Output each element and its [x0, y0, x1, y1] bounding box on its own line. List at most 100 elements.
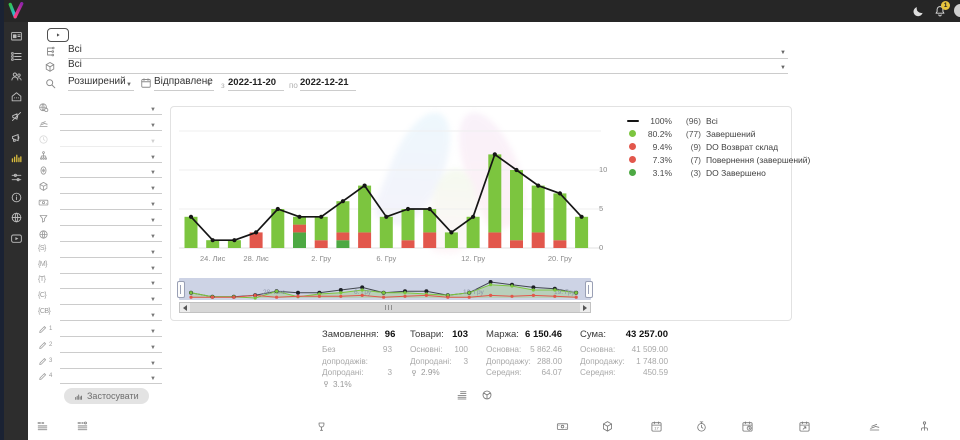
filter-select[interactable] [60, 308, 162, 321]
legend-line-marker [627, 120, 639, 122]
sidebar-item-screen-icon[interactable] [4, 27, 28, 45]
date-from-input[interactable]: 2022-11-20 [228, 77, 284, 91]
svg-text:20. Гру: 20. Гру [548, 254, 572, 263]
apply-button[interactable]: Застосувати [64, 388, 149, 404]
legend-percent: 9.4% [642, 142, 672, 152]
legend-item-2[interactable]: 80.2%(77)Завершений [626, 127, 810, 140]
chevron-down-icon: ▼ [150, 123, 156, 129]
filter-select[interactable] [60, 197, 162, 210]
stat-sub-label: Основна: [580, 344, 615, 356]
legend-item-5[interactable]: 3.1%(3)DO Завершено [626, 166, 810, 179]
goblet-icon [322, 380, 330, 388]
sidebar-item-globe-icon[interactable] [4, 209, 28, 227]
filter-select[interactable] [60, 276, 162, 289]
svg-text:12. Гру: 12. Гру [463, 289, 485, 296]
theme-moon-icon[interactable] [912, 5, 925, 18]
legend-percent: 100% [642, 116, 672, 126]
filter-select[interactable] [60, 292, 162, 305]
search-icon[interactable] [44, 77, 57, 90]
legend-count: (77) [675, 129, 701, 139]
pencil-3-icon [38, 356, 48, 366]
legend-dot-marker [629, 169, 636, 176]
range-handle-left[interactable] [177, 281, 185, 298]
sidebar-item-video-icon[interactable] [4, 229, 28, 247]
filter-select[interactable] [60, 356, 162, 369]
legend-count: (96) [675, 116, 701, 126]
toolbar-id-link-icon[interactable] [76, 420, 89, 433]
legend-item-3[interactable]: 9.4%(9)DO Возврат склад [626, 140, 810, 153]
filter-select[interactable] [60, 371, 162, 384]
toolbar-cube-icon[interactable] [601, 420, 614, 433]
toolbar-calendar-date-icon[interactable]: 17 [650, 420, 663, 433]
search-mode-select[interactable]: Розширений ▼ [68, 76, 134, 91]
toolbar-org-icon[interactable] [918, 420, 931, 433]
y-tick-10: 10 [599, 165, 607, 174]
view-toggle-report-icon[interactable] [456, 389, 468, 401]
product-select[interactable]: Всі ▼ [68, 59, 788, 74]
toolbar-goblet-icon[interactable] [315, 420, 328, 433]
stat-value: 96 [385, 329, 396, 340]
notification-count-badge[interactable]: 1 [941, 1, 950, 10]
filter-select[interactable] [60, 261, 162, 274]
sidebar-item-megaphone-icon[interactable] [4, 128, 28, 146]
legend-item-4[interactable]: 7.3%(7)Повернення (завершений) [626, 153, 810, 166]
date-to-input[interactable]: 2022-12-21 [300, 77, 356, 91]
filter-select[interactable] [60, 340, 162, 353]
banknote-icon [38, 197, 49, 208]
chevron-down-icon: ▼ [150, 234, 156, 240]
date-field-select[interactable]: Відправлене ▼ [154, 76, 214, 91]
sidebar-item-clients-icon[interactable] [4, 67, 28, 85]
filter-select[interactable] [60, 229, 162, 242]
chevron-down-icon: ▼ [150, 281, 156, 287]
sidebar-item-sliders-icon[interactable] [4, 168, 28, 186]
stat-sub-value: 3 [463, 356, 468, 368]
badge-icon [38, 165, 49, 176]
globe-time-icon [38, 102, 49, 113]
filter-row-6: ▼ [36, 180, 164, 195]
toolbar-layers-icon[interactable] [868, 420, 881, 433]
sidebar-item-branch-icon[interactable] [4, 88, 28, 106]
stat-column-3: Маржа:6 150.46Основна:5 862.46Допродажу:… [486, 329, 562, 389]
avatar[interactable] [954, 4, 960, 17]
chart-range-minimap[interactable]: 28. Лис6. Гру12. Гру19. Гру [179, 278, 591, 300]
toolbar-stopwatch-icon[interactable] [695, 420, 708, 433]
toolbar-calendar-time-icon[interactable] [741, 420, 754, 433]
stat-title: Сума: [580, 329, 606, 340]
range-handle-right[interactable] [585, 281, 593, 298]
tour-play-button[interactable] [47, 28, 69, 42]
braces-t-icon: {T} [38, 276, 45, 283]
view-toggle-cube-circle-icon[interactable] [481, 389, 493, 401]
filter-select[interactable] [60, 118, 162, 131]
scroll-left-arrow[interactable] [180, 303, 190, 312]
sidebar-item-promo-off-icon[interactable] [4, 108, 28, 126]
funnel-select[interactable]: Всі ▼ [68, 44, 788, 59]
chevron-down-icon: ▼ [150, 170, 156, 176]
scrollbar-grip[interactable] [385, 305, 392, 310]
scroll-right-arrow[interactable] [580, 303, 590, 312]
legend-item-1[interactable]: 100%(96)Всі [626, 114, 810, 127]
left-accent-strip [0, 0, 4, 440]
filter-select[interactable] [60, 134, 162, 147]
filter-select[interactable] [60, 150, 162, 163]
chevron-down-icon: ▼ [150, 297, 156, 303]
toolbar-id-list-icon[interactable] [36, 420, 49, 433]
sidebar-item-orders-icon[interactable] [4, 47, 28, 65]
filter-select[interactable] [60, 324, 162, 337]
toolbar-calendar-export-icon[interactable] [798, 420, 811, 433]
filter-select[interactable] [60, 213, 162, 226]
filter-select[interactable] [60, 165, 162, 178]
sidebar-item-info-icon[interactable] [4, 189, 28, 207]
app-logo[interactable] [6, 2, 26, 20]
chart-horizontal-scrollbar[interactable] [179, 302, 591, 313]
toolbar-banknote-icon[interactable] [556, 420, 569, 433]
filter-select[interactable] [60, 245, 162, 258]
svg-text:28. Лис: 28. Лис [263, 289, 286, 296]
pencil-4-icon [38, 371, 48, 381]
filter-select[interactable] [60, 181, 162, 194]
orders-stacked-bar-chart[interactable]: 24. Лис28. Лис2. Гру6. Гру12. Гру20. Гру [179, 114, 607, 266]
filter-select[interactable] [60, 102, 162, 115]
chevron-down-icon: ▼ [150, 107, 156, 113]
braces-s-icon: {S} [38, 245, 46, 252]
filter-row-5: ▼ [36, 164, 164, 179]
sidebar-item-analytics-icon[interactable] [4, 148, 28, 166]
